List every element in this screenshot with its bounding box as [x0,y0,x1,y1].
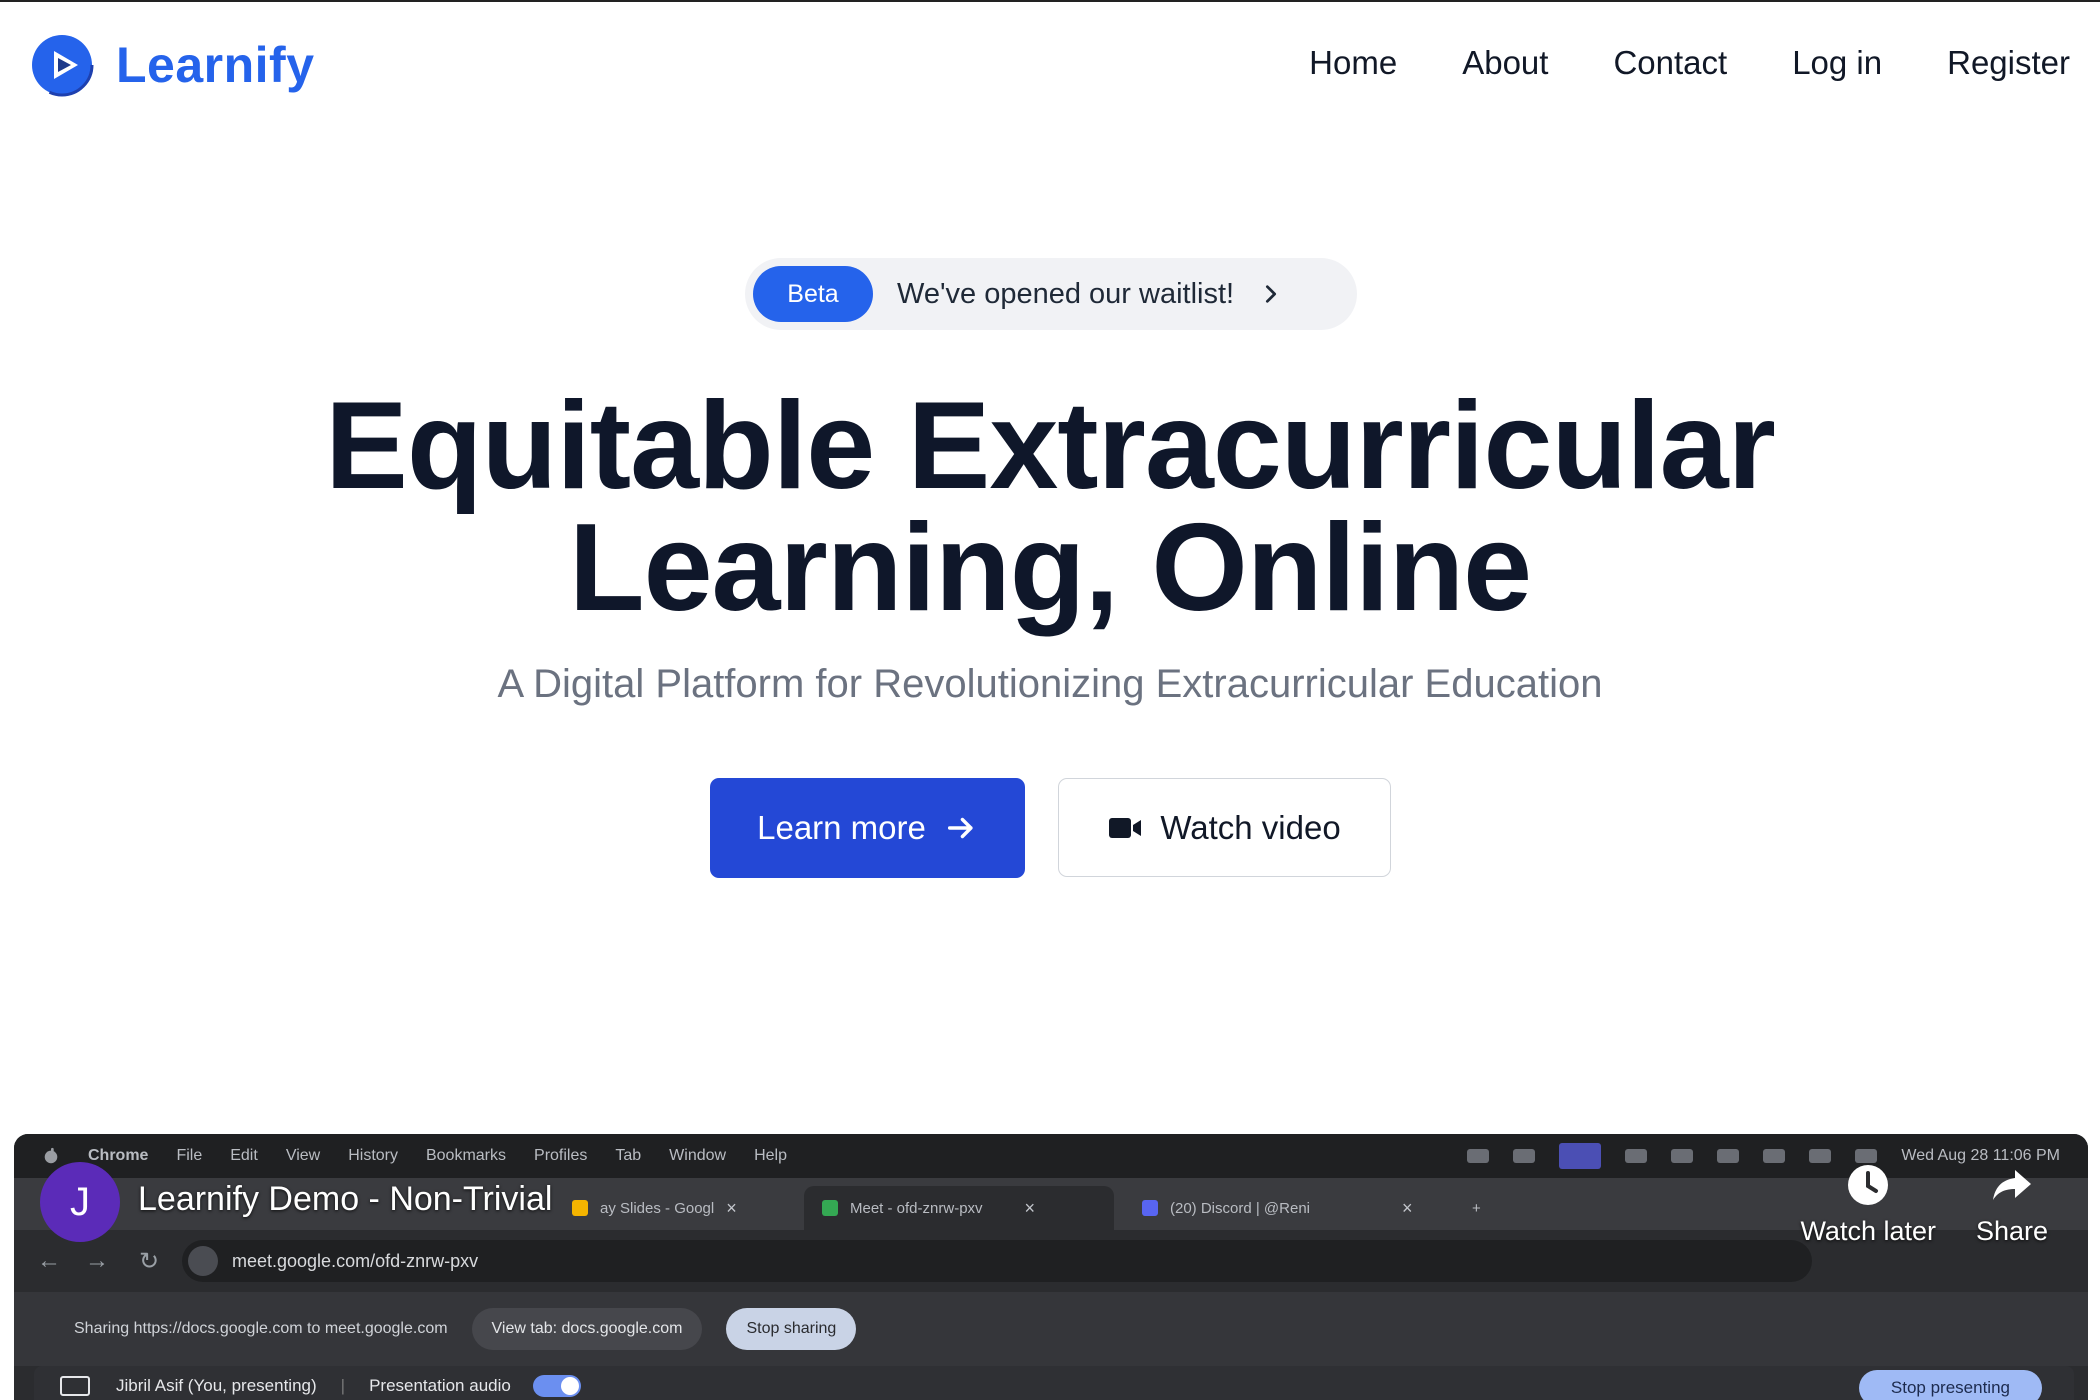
hero-subtitle: A Digital Platform for Revolutionizing E… [497,662,1603,706]
arrow-right-icon [947,817,973,839]
channel-avatar[interactable]: J [40,1162,120,1242]
search-icon [1809,1149,1832,1163]
divider: | [340,1376,346,1395]
slides-favicon-icon [572,1200,588,1216]
hero-title: Equitable Extracurricular Learning, Onli… [0,377,2100,637]
menu-file: File [176,1147,203,1164]
play-logo-icon [30,33,94,97]
waitlist-announcement[interactable]: Beta We've opened our waitlist! [745,258,1357,330]
browser-tab: ay Slides - Googl × [554,1186,804,1230]
watch-video-label: Watch video [1160,808,1341,846]
clock-icon [1848,1165,1889,1205]
beta-badge: Beta [753,266,873,322]
video-title[interactable]: Learnify Demo - Non-Trivial [138,1180,552,1219]
apple-icon [44,1147,58,1164]
wifi-icon [1763,1149,1786,1163]
share-button[interactable]: Share [1976,1162,2048,1247]
menu-profiles: Profiles [534,1147,588,1164]
learn-more-label: Learn more [757,809,926,846]
announcement-text: We've opened our waitlist! [897,277,1235,310]
new-tab-button: + [1454,1186,1499,1230]
share-arrow-icon [1992,1170,2031,1200]
tab-label: Meet - ofd-znrw-pxv [850,1199,983,1217]
top-border [0,0,2100,2]
menu-bookmarks: Bookmarks [425,1147,507,1164]
nav-home[interactable]: Home [1309,44,1397,82]
presentation-audio-label: Presentation audio [369,1376,511,1395]
status-icon [1513,1149,1536,1163]
view-tab-pill: View tab: docs.google.com [471,1308,703,1350]
address-url: meet.google.com/ofd-znrw-pxv [232,1250,479,1271]
menu-window: Window [669,1147,727,1164]
sharing-text: Sharing https://docs.google.com to meet.… [74,1320,448,1337]
status-icon [1467,1149,1490,1163]
browser-tab: (20) Discord | @Reni × [1124,1186,1444,1230]
back-arrow-icon: ← [37,1247,61,1274]
video-sharing-bar: Sharing https://docs.google.com to meet.… [14,1292,2088,1366]
address-bar: meet.google.com/ofd-znrw-pxv [182,1240,1812,1282]
watch-later-label: Watch later [1800,1216,1936,1246]
presentation-audio-toggle [532,1375,581,1397]
menu-chrome: Chrome [88,1147,149,1164]
menu-edit: Edit [230,1147,258,1164]
site-info-icon [188,1246,218,1276]
nav-register[interactable]: Register [1947,44,2070,82]
stop-sharing-pill: Stop sharing [726,1308,857,1350]
presenter-name: Jibril Asif (You, presenting) [116,1376,317,1395]
close-icon: × [726,1197,737,1218]
tab-label: (20) Discord | @Reni [1170,1199,1310,1217]
menu-help: Help [754,1147,787,1164]
nav-about[interactable]: About [1462,44,1548,82]
main-nav: Home About Contact Log in Register [1309,44,2070,82]
demo-video-embed[interactable]: Chrome File Edit View History Bookmarks … [14,1134,2088,1400]
present-screen-icon [60,1376,90,1396]
close-icon: × [1024,1197,1036,1218]
browser-tab-active: Meet - ofd-znrw-pxv × [804,1186,1114,1230]
menu-view: View [285,1147,321,1164]
stop-presenting-pill: Stop presenting [1858,1370,2042,1400]
video-camera-icon [1109,817,1142,838]
forward-arrow-icon: → [85,1247,109,1274]
share-label: Share [1975,1216,2048,1246]
control-center-icon [1855,1149,1878,1163]
nav-contact[interactable]: Contact [1613,44,1727,82]
hero-title-line-1: Equitable Extracurricular [325,377,1776,515]
video-mac-menubar: Chrome File Edit View History Bookmarks … [14,1134,2088,1178]
nav-login[interactable]: Log in [1792,44,1882,82]
watch-video-button[interactable]: Watch video [1058,778,1391,877]
battery-icon [1717,1149,1740,1163]
status-icon [1671,1149,1694,1163]
menubar-status-icons: Wed Aug 28 11:06 PM [1467,1134,2060,1178]
learn-more-button[interactable]: Learn more [710,778,1025,878]
chevron-right-icon [1266,285,1277,303]
meet-favicon-icon [822,1200,838,1216]
discord-favicon-icon [1142,1200,1158,1216]
brand-name: Learnify [116,37,315,93]
tab-label: ay Slides - Googl [600,1199,715,1217]
video-presenting-bar: Jibril Asif (You, presenting) | Presenta… [34,1366,2074,1400]
hero-title-line-2: Learning, Online [568,499,1532,637]
plus-icon: + [1472,1199,1481,1217]
watch-later-button[interactable]: Watch later [1800,1162,1936,1247]
menu-history: History [348,1147,398,1164]
video-browser-urlbar: ← → ↻ meet.google.com/ofd-znrw-pxv [14,1230,2088,1292]
status-icon [1625,1149,1648,1163]
close-icon: × [1402,1197,1413,1218]
menu-tab: Tab [615,1147,642,1164]
screen-share-status-icon [1559,1143,1602,1169]
brand-logo[interactable]: Learnify [30,33,315,97]
reload-icon: ↻ [138,1247,160,1275]
